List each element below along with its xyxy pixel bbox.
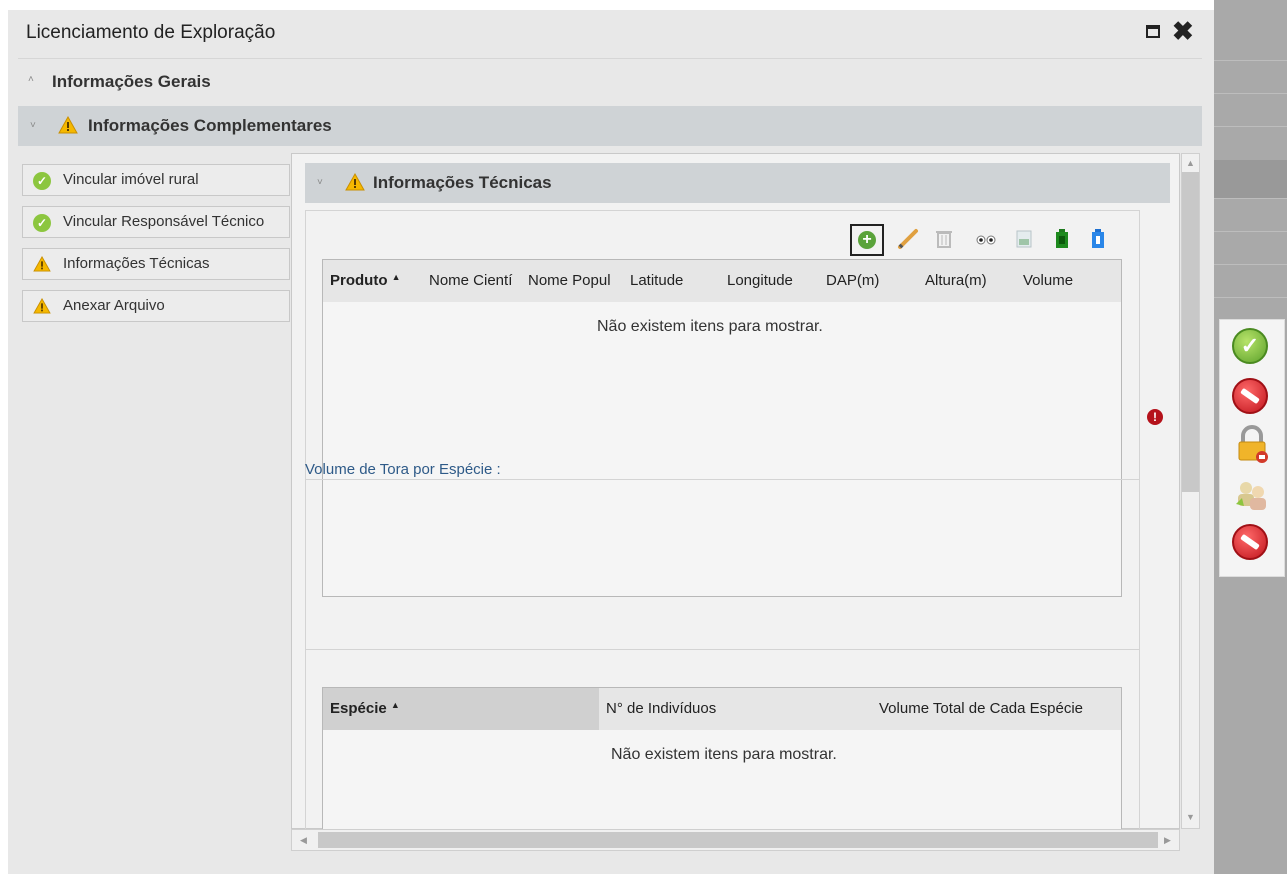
lock-icon[interactable] [1232,424,1272,464]
delete-icon[interactable] [930,225,958,253]
cancel-icon[interactable] [1232,524,1272,564]
export-icon[interactable] [1010,225,1038,253]
nav-item-anexar-arquivo[interactable]: Anexar Arquivo [22,290,290,322]
section-informacoes-tecnicas-label: Informações Técnicas [373,173,552,192]
grid-header: Espécie ▲ N° de Indivíduos Volume Total … [323,688,1121,730]
column-header[interactable]: N° de Indivíduos [606,700,716,717]
column-header[interactable]: Nome Popul [528,272,624,289]
warning-icon [33,297,51,319]
horizontal-scroll-thumb[interactable] [318,832,1158,848]
check-icon: ✓ [33,172,51,190]
column-header[interactable]: DAP(m) [826,272,879,289]
scroll-down-icon[interactable]: ▼ [1186,812,1195,822]
cancel-icon[interactable] [1232,378,1272,418]
chevron-up-icon: ˄ [28,74,34,85]
warning-icon [345,172,365,196]
vertical-scroll-thumb[interactable] [1182,172,1199,492]
section-general[interactable]: ˄ Informações Gerais [18,66,1202,96]
title-divider [18,58,1202,59]
battery-blue-icon[interactable] [1084,225,1112,253]
window-maximize-icon[interactable] [1146,25,1160,38]
scroll-right-icon[interactable]: ▶ [1164,835,1171,846]
scroll-up-icon[interactable]: ▲ [1186,158,1195,168]
scroll-left-icon[interactable]: ◀ [300,835,307,846]
grid-header: Produto ▲ Nome Cientí Nome Popul Latitud… [323,260,1121,302]
close-icon[interactable]: ✖ [1172,18,1194,44]
volume-label: Volume de Tora por Espécie : [305,461,501,478]
view-icon[interactable] [972,225,1000,253]
window-title: Licenciamento de Exploração [26,22,276,43]
section-complementary[interactable]: ˅ Informações Complementares [18,106,1202,146]
nav-item-label: Anexar Arquivo [63,297,165,314]
section-complementary-label: Informações Complementares [88,116,332,135]
add-icon[interactable]: + [850,224,884,256]
edit-icon[interactable] [894,225,922,253]
nav-item-vincular-imovel[interactable]: ✓ Vincular imóvel rural [22,164,290,196]
section-general-label: Informações Gerais [52,72,211,91]
sort-ascending-icon: ▲ [391,272,401,282]
nav-item-vincular-responsavel[interactable]: ✓ Vincular Responsável Técnico [22,206,290,238]
error-icon: ! [1147,409,1163,425]
warning-icon [33,255,51,277]
section-informacoes-tecnicas[interactable]: ˅ Informações Técnicas [305,163,1170,203]
column-header[interactable]: Latitude [630,272,683,289]
battery-green-icon[interactable] [1048,225,1076,253]
background-selected-row [1214,160,1287,198]
column-header[interactable]: Volume [1023,272,1073,289]
empty-message: Não existem itens para mostrar. [597,318,823,335]
volume-grid: Espécie ▲ N° de Indivíduos Volume Total … [322,687,1122,837]
check-icon: ✓ [33,214,51,232]
users-icon[interactable] [1232,474,1272,514]
confirm-icon[interactable]: ✓ [1232,328,1272,368]
chevron-down-icon: ˅ [30,120,36,131]
nav-item-label: Vincular Responsável Técnico [63,213,265,230]
column-header[interactable]: Volume Total de Cada Espécie [879,700,1083,717]
column-header[interactable]: Altura(m) [925,272,987,289]
action-panel: ✓ [1219,319,1285,577]
column-header[interactable]: Nome Cientí [429,272,525,289]
chevron-down-icon: ˅ [317,177,323,188]
nav-item-label: Vincular imóvel rural [63,171,199,188]
column-header[interactable]: Espécie ▲ [330,700,400,717]
sort-ascending-icon: ▲ [390,700,400,710]
column-header[interactable]: Produto ▲ [330,272,401,289]
nav-item-label: Informações Técnicas [63,255,210,272]
column-header[interactable]: Longitude [727,272,793,289]
empty-message: Não existem itens para mostrar. [611,746,837,763]
warning-icon [58,115,78,139]
nav-item-informacoes-tecnicas[interactable]: Informações Técnicas [22,248,290,280]
